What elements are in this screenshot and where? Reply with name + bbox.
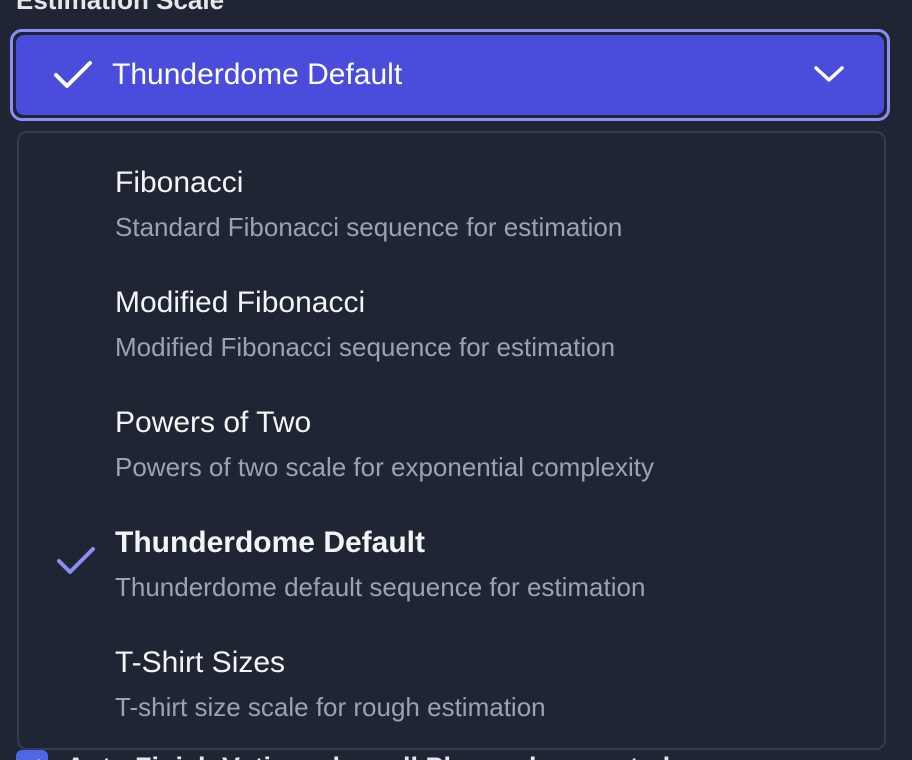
option-powers-of-two[interactable]: Powers of Two Powers of two scale for ex… (19, 403, 884, 523)
option-title: Fibonacci (115, 166, 244, 199)
option-thunderdome-default[interactable]: Thunderdome Default Thunderdome default … (19, 523, 884, 643)
estimation-scale-select[interactable]: Thunderdome Default (10, 29, 890, 121)
check-icon (37, 759, 41, 760)
selected-value: Thunderdome Default (112, 58, 403, 91)
option-fibonacci[interactable]: Fibonacci Standard Fibonacci sequence fo… (19, 163, 884, 283)
auto-finish-voting-row[interactable]: Auto Finish Voting when all Players have… (16, 750, 670, 760)
option-title: Thunderdome Default (115, 526, 426, 559)
auto-finish-checkbox[interactable] (16, 750, 48, 760)
select-button[interactable]: Thunderdome Default (16, 35, 884, 115)
auto-finish-label: Auto Finish Voting when all Players have… (66, 752, 670, 760)
option-description: Powers of two scale for exponential comp… (115, 452, 655, 482)
check-icon (54, 61, 92, 88)
option-description: T-shirt size scale for rough estimation (115, 692, 546, 722)
option-modified-fibonacci[interactable]: Modified Fibonacci Modified Fibonacci se… (19, 283, 884, 403)
option-title: Modified Fibonacci (115, 286, 366, 319)
option-title: Powers of Two (115, 406, 312, 439)
option-description: Standard Fibonacci sequence for estimati… (115, 212, 623, 242)
option-description: Thunderdome default sequence for estimat… (115, 572, 646, 602)
option-title: T-Shirt Sizes (115, 646, 286, 679)
option-t-shirt-sizes[interactable]: T-Shirt Sizes T-shirt size scale for rou… (19, 643, 884, 760)
estimation-scale-options: Fibonacci Standard Fibonacci sequence fo… (17, 131, 886, 750)
check-icon (57, 547, 95, 574)
estimation-scale-page: Estimation Scale Thunderdome Default Fib… (0, 0, 912, 760)
estimation-scale-label: Estimation Scale (16, 0, 225, 15)
chevron-down-icon[interactable] (812, 63, 846, 85)
option-description: Modified Fibonacci sequence for estimati… (115, 332, 616, 362)
